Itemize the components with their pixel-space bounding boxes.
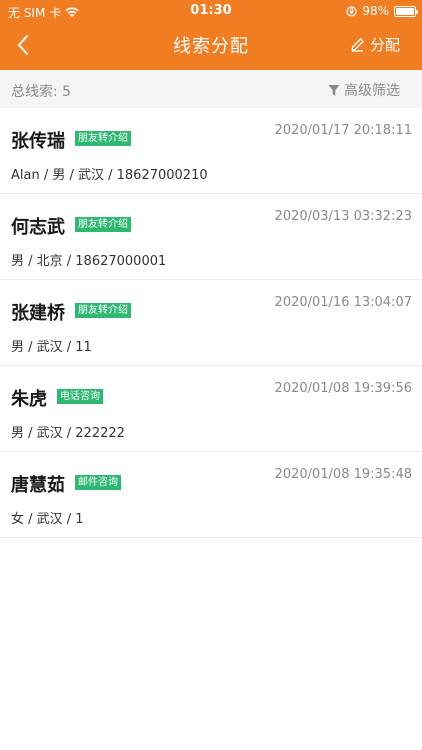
advanced-filter-button[interactable]: 高级筛选	[328, 80, 400, 100]
lead-source-tag: 朋友转介绍	[75, 131, 131, 146]
lead-time: 2020/01/08 19:39:56	[274, 381, 412, 396]
lead-name: 张建桥	[11, 303, 65, 324]
lead-time: 2020/01/16 13:04:07	[274, 295, 412, 310]
lead-name: 朱虎	[11, 389, 47, 410]
battery-percent: 98%	[362, 4, 389, 18]
total-leads-label: 总线索: 5	[11, 84, 72, 100]
lead-name: 何志武	[11, 217, 65, 238]
lead-row[interactable]: 张建桥 朋友转介绍 2020/01/16 13:04:07 男 / 武汉 / 1…	[0, 280, 422, 366]
battery-fill	[396, 7, 414, 15]
funnel-icon	[328, 84, 340, 96]
lead-row[interactable]: 朱虎 电话咨询 2020/01/08 19:39:56 男 / 武汉 / 222…	[0, 366, 422, 452]
lead-source-tag: 朋友转介绍	[75, 303, 131, 318]
lead-info: Alan / 男 / 武汉 / 18627000210	[11, 168, 208, 183]
lead-row[interactable]: 何志武 朋友转介绍 2020/03/13 03:32:23 男 / 北京 / 1…	[0, 194, 422, 280]
lead-info: 女 / 武汉 / 1	[11, 512, 84, 527]
status-right: 98%	[346, 4, 418, 18]
app-header: 无 SIM 卡 01:30 98% 线索分配 分配	[0, 0, 422, 70]
lead-info: 男 / 武汉 / 222222	[11, 426, 125, 441]
lead-info: 男 / 北京 / 18627000001	[11, 254, 167, 269]
lead-source-tag: 朋友转介绍	[75, 217, 131, 232]
status-bar: 无 SIM 卡 01:30 98%	[0, 0, 422, 22]
assign-button[interactable]: 分配	[350, 34, 400, 55]
lead-source-tag: 电话咨询	[57, 389, 103, 404]
battery-icon	[394, 5, 418, 17]
lead-row[interactable]: 张传瑞 朋友转介绍 2020/01/17 20:18:11 Alan / 男 /…	[0, 108, 422, 194]
lead-row[interactable]: 唐慧茹 邮件咨询 2020/01/08 19:35:48 女 / 武汉 / 1	[0, 452, 422, 538]
leads-list: 张传瑞 朋友转介绍 2020/01/17 20:18:11 Alan / 男 /…	[0, 108, 422, 538]
summary-bar: 总线索: 5 高级筛选	[0, 70, 422, 108]
lead-source-tag: 邮件咨询	[75, 475, 121, 490]
orientation-lock-icon	[346, 5, 357, 17]
filter-label: 高级筛选	[344, 83, 400, 99]
lead-time: 2020/01/08 19:35:48	[274, 467, 412, 482]
lead-time: 2020/01/17 20:18:11	[274, 123, 412, 138]
nav-bar: 线索分配 分配	[0, 22, 422, 68]
lead-info: 男 / 武汉 / 11	[11, 340, 92, 355]
lead-name: 唐慧茹	[11, 475, 65, 496]
lead-time: 2020/03/13 03:32:23	[274, 209, 412, 224]
assign-label: 分配	[369, 36, 400, 54]
pencil-icon	[351, 38, 364, 52]
lead-name: 张传瑞	[11, 131, 65, 152]
